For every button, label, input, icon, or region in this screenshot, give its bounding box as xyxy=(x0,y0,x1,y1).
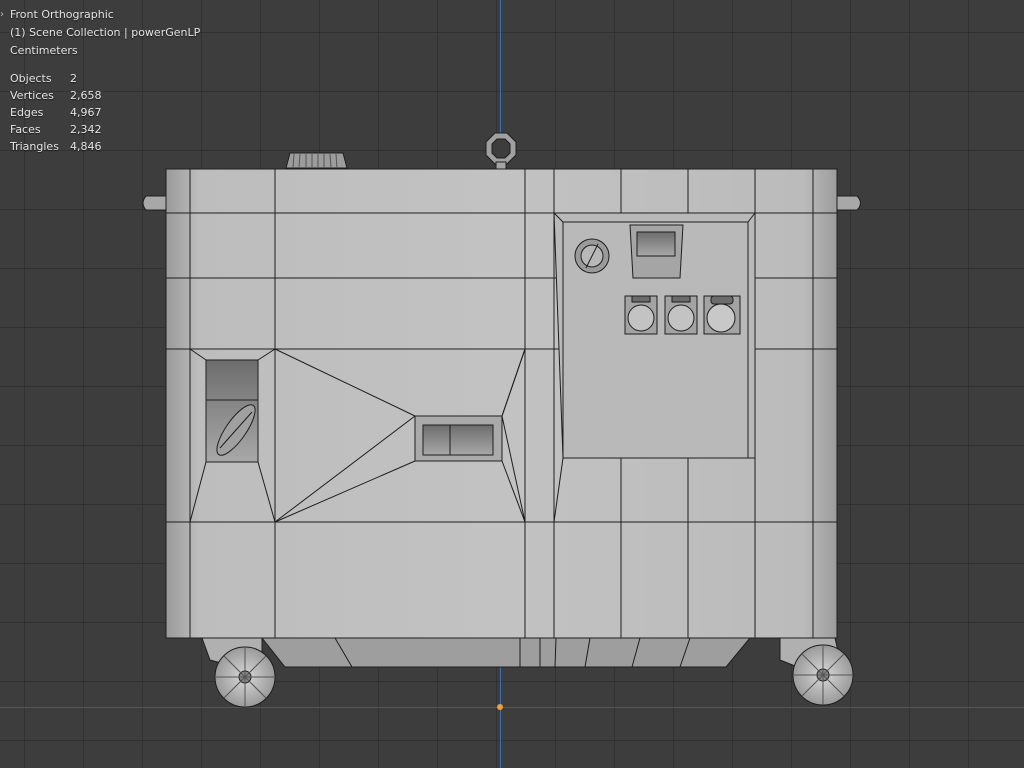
stat-value: 4,967 xyxy=(70,106,102,119)
origin-marker xyxy=(497,704,503,710)
stat-triangles: Triangles 4,846 xyxy=(10,138,200,155)
fuel-cap xyxy=(285,152,348,169)
scene-statistics: Objects 2 Vertices 2,658 Edges 4,967 Fac… xyxy=(10,70,200,155)
stat-faces: Faces 2,342 xyxy=(10,121,200,138)
base-skid xyxy=(260,637,752,668)
collection-label: (1) Scene Collection | powerGenLP xyxy=(10,26,201,39)
stat-value: 2,658 xyxy=(70,89,102,102)
stat-vertices: Vertices 2,658 xyxy=(10,87,200,104)
stat-value: 2,342 xyxy=(70,123,102,136)
stat-edges: Edges 4,967 xyxy=(10,104,200,121)
stat-label: Triangles xyxy=(10,140,59,153)
control-knob xyxy=(574,238,610,274)
chevron-right-icon[interactable]: › xyxy=(0,9,4,20)
stat-label: Vertices xyxy=(10,89,54,102)
view-name: Front Orthographic xyxy=(10,8,114,21)
handle-left xyxy=(142,195,167,211)
lift-ring xyxy=(485,132,517,171)
stat-objects: Objects 2 xyxy=(10,70,200,87)
stat-label: Edges xyxy=(10,106,44,119)
stat-label: Objects xyxy=(10,72,52,85)
viewport-info-overlay: Front Orthographic (1) Scene Collection … xyxy=(10,6,200,155)
wheel-left xyxy=(214,646,276,708)
wheel-right xyxy=(792,644,854,706)
3d-viewport[interactable]: › Front Orthographic (1) Scene Collectio… xyxy=(0,0,1024,768)
handle-right xyxy=(836,195,861,211)
stat-value: 2 xyxy=(70,72,77,85)
outlet-socket-3 xyxy=(703,295,741,335)
outlet-socket-1 xyxy=(624,295,658,335)
stat-value: 4,846 xyxy=(70,140,102,153)
outlet-socket-2 xyxy=(664,295,698,335)
stat-label: Faces xyxy=(10,123,41,136)
units-label: Centimeters xyxy=(10,44,78,57)
